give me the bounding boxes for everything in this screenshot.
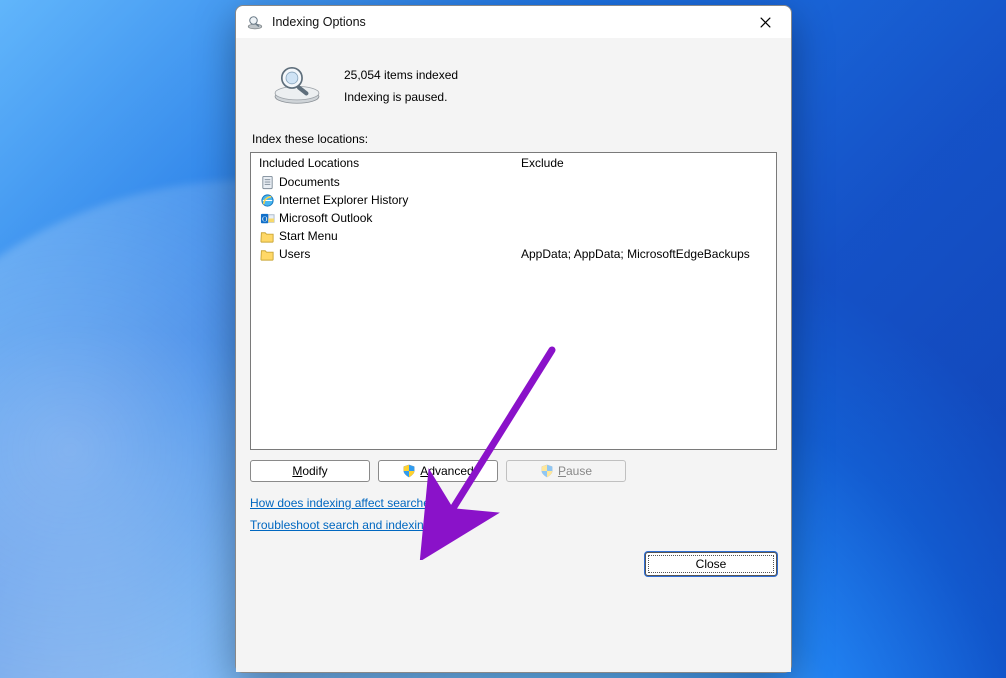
- close-icon: [760, 17, 771, 28]
- locations-label: Index these locations:: [252, 132, 777, 146]
- indexing-icon: [246, 13, 264, 31]
- row-name: Microsoft Outlook: [279, 211, 372, 225]
- row-name: Internet Explorer History: [279, 193, 408, 207]
- row-name: Documents: [279, 175, 340, 189]
- summary-area: 25,054 items indexed Indexing is paused.: [250, 48, 777, 124]
- uac-shield-icon: [402, 464, 416, 478]
- button-label: Modify: [292, 464, 327, 478]
- indexing-large-icon: [270, 60, 324, 106]
- button-label: Close: [696, 557, 727, 571]
- close-button[interactable]: Close: [645, 552, 777, 576]
- indexing-status-text: Indexing is paused.: [344, 86, 458, 108]
- row-name: Users: [279, 247, 310, 261]
- dialog-content: 25,054 items indexed Indexing is paused.…: [236, 38, 791, 672]
- list-row[interactable]: O Microsoft Outlook: [251, 209, 776, 227]
- titlebar-close-button[interactable]: [745, 8, 785, 36]
- col-header-exclude[interactable]: Exclude: [521, 156, 768, 170]
- modify-button[interactable]: Modify: [250, 460, 370, 482]
- list-row[interactable]: Documents: [251, 173, 776, 191]
- indexing-options-window: Indexing Options: [235, 5, 792, 673]
- help-links: How does indexing affect searches? Troub…: [250, 492, 777, 536]
- svg-text:O: O: [261, 214, 267, 223]
- desktop-background: Indexing Options: [0, 0, 1006, 678]
- button-label: Advanced: [420, 464, 473, 478]
- locations-listbox[interactable]: Included Locations Exclude Documents: [250, 152, 777, 450]
- pause-button: Pause: [506, 460, 626, 482]
- button-label: Pause: [558, 464, 592, 478]
- ie-icon: [259, 192, 275, 208]
- folder-icon: [259, 246, 275, 262]
- list-row[interactable]: Users AppData; AppData; MicrosoftEdgeBac…: [251, 245, 776, 263]
- button-row: Modify Advanced Pause: [250, 460, 777, 482]
- list-row[interactable]: Internet Explorer History: [251, 191, 776, 209]
- uac-shield-icon: [540, 464, 554, 478]
- help-link[interactable]: How does indexing affect searches?: [250, 496, 443, 510]
- outlook-icon: O: [259, 210, 275, 226]
- list-headers: Included Locations Exclude: [251, 153, 776, 173]
- row-name: Start Menu: [279, 229, 338, 243]
- items-indexed-text: 25,054 items indexed: [344, 64, 458, 86]
- advanced-button[interactable]: Advanced: [378, 460, 498, 482]
- document-icon: [259, 174, 275, 190]
- row-exclude: AppData; AppData; MicrosoftEdgeBackups: [521, 247, 768, 261]
- titlebar: Indexing Options: [236, 6, 791, 38]
- folder-icon: [259, 228, 275, 244]
- window-title: Indexing Options: [272, 15, 366, 29]
- col-header-included[interactable]: Included Locations: [259, 156, 521, 170]
- list-row[interactable]: Start Menu: [251, 227, 776, 245]
- troubleshoot-link[interactable]: Troubleshoot search and indexing: [250, 518, 430, 532]
